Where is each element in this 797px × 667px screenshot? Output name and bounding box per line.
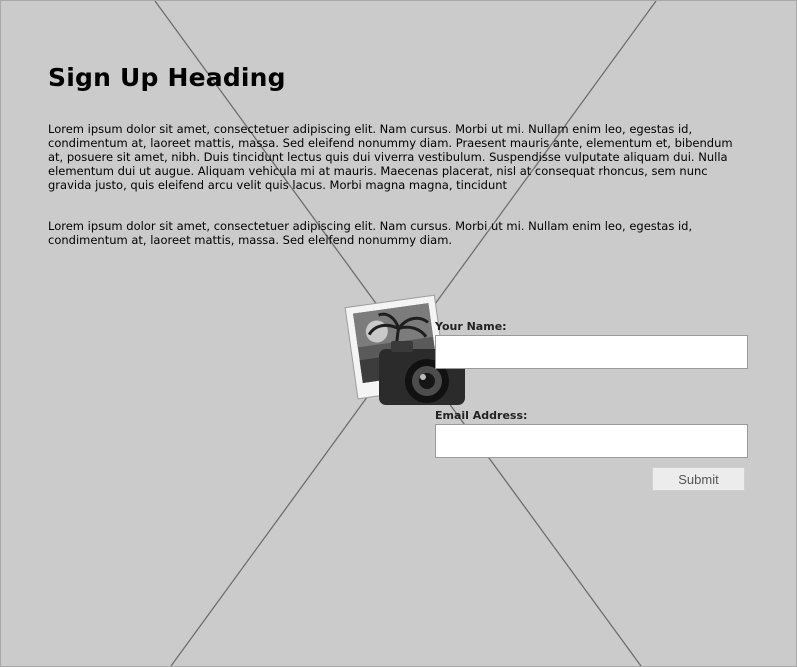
email-label: Email Address: bbox=[435, 409, 528, 422]
submit-button[interactable]: Submit bbox=[652, 467, 745, 491]
page-heading: Sign Up Heading bbox=[48, 63, 286, 92]
email-field[interactable] bbox=[435, 424, 748, 458]
secondary-paragraph: Lorem ipsum dolor sit amet, consectetuer… bbox=[48, 219, 693, 247]
intro-paragraph: Lorem ipsum dolor sit amet, consectetuer… bbox=[48, 122, 733, 192]
image-placeholder-frame: Sign Up Heading Lorem ipsum dolor sit am… bbox=[0, 0, 797, 667]
name-label: Your Name: bbox=[435, 320, 507, 333]
name-field[interactable] bbox=[435, 335, 748, 369]
